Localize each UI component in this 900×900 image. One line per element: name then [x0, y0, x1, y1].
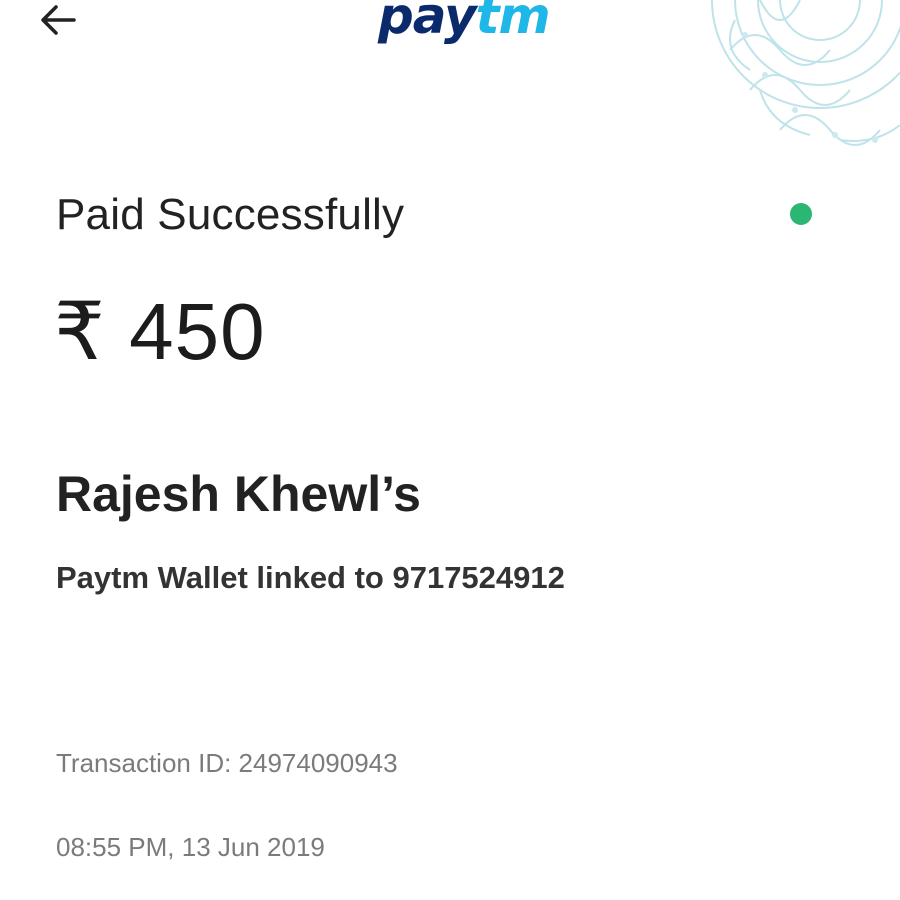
transaction-id: Transaction ID: 24974090943: [56, 748, 398, 778]
payment-status-text: Paid Successfully: [56, 190, 405, 239]
transaction-timestamp: 08:55 PM, 13 Jun 2019: [56, 832, 325, 862]
payee-name: Rajesh Khewl’s: [56, 466, 421, 522]
payment-amount: ₹ 450: [54, 287, 266, 376]
logo-text-pay: pay: [378, 0, 477, 45]
arrow-left-icon: [41, 5, 76, 35]
logo-text-tm: tm: [475, 0, 551, 45]
back-button[interactable]: [38, 0, 86, 40]
mandala-decoration: [711, 0, 900, 146]
paytm-logo: paytm: [378, 0, 551, 46]
payment-receipt-screen: paytm Paid Successfully ₹ 450 Rajesh Khe…: [0, 0, 900, 900]
payee-wallet-detail: Paytm Wallet linked to 9717524912: [56, 560, 565, 595]
status-dot-indicator: [790, 203, 812, 225]
